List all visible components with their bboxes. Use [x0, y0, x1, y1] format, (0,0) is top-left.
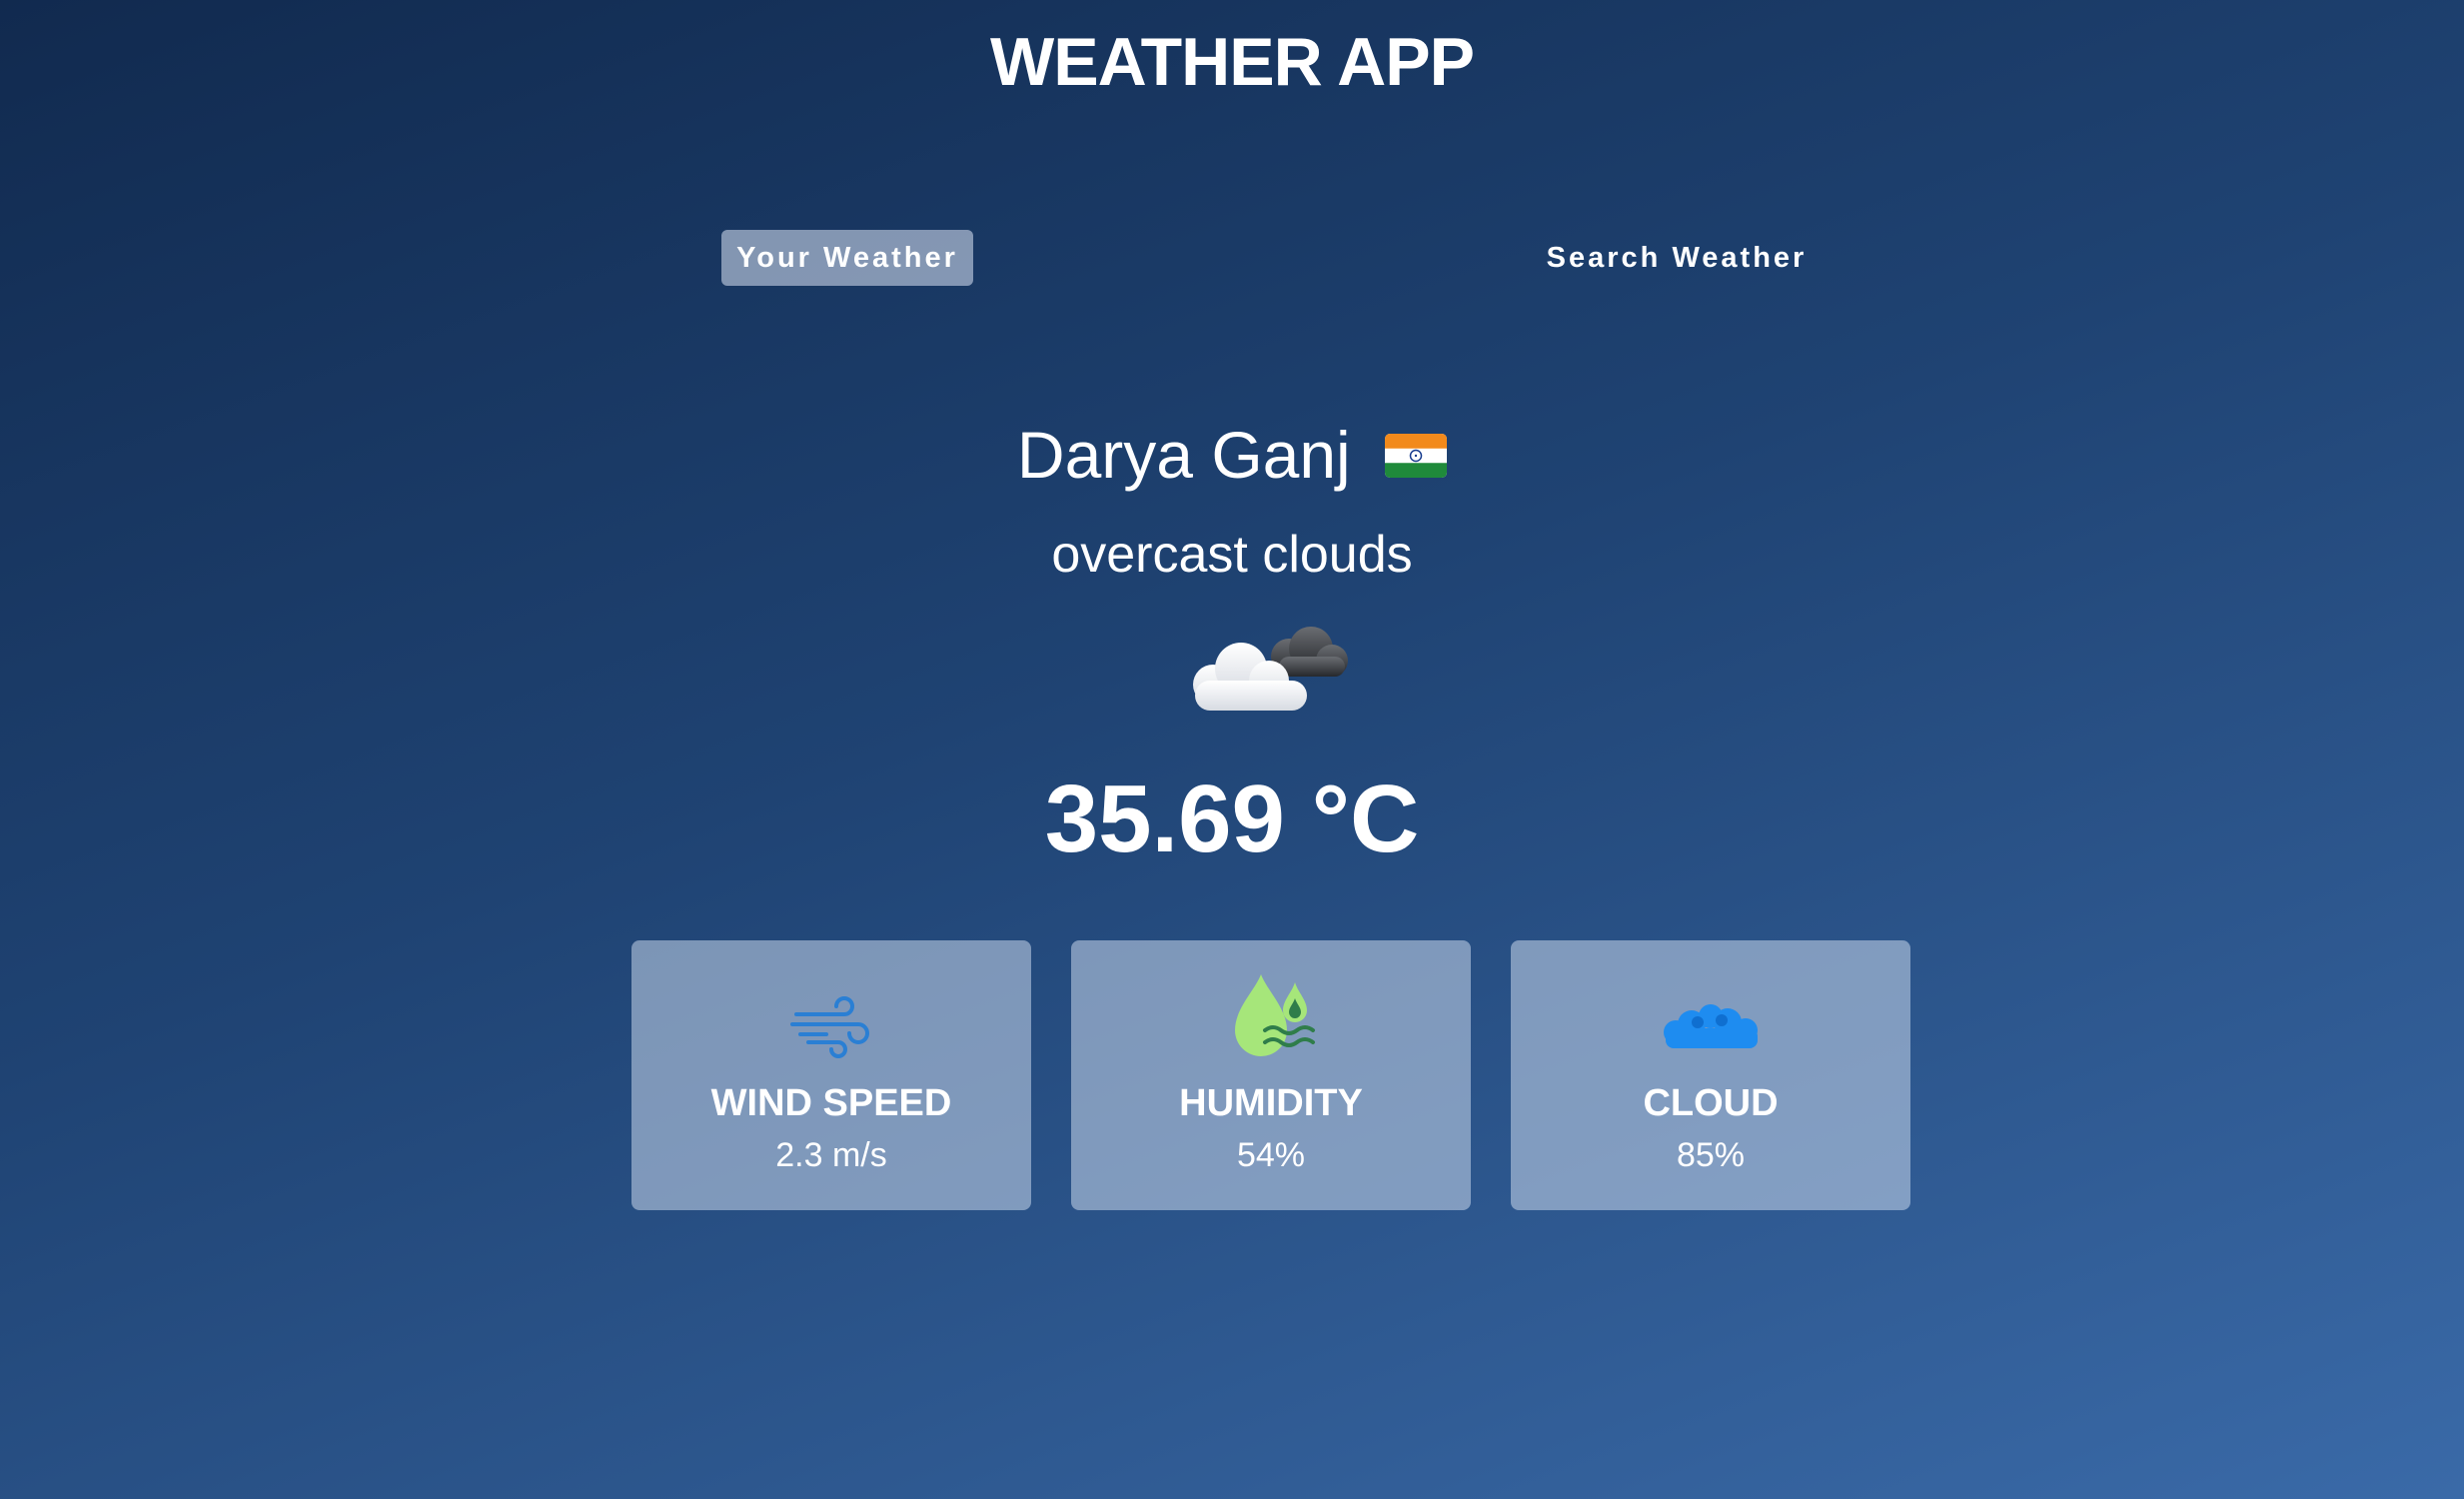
wind-icon: [631, 970, 1031, 1080]
wind-speed-card: WIND SPEED 2.3 m/s: [631, 940, 1031, 1210]
app-title: WEATHER APP: [990, 24, 1475, 100]
wind-speed-label: WIND SPEED: [710, 1082, 952, 1124]
humidity-label: HUMIDITY: [1179, 1082, 1363, 1124]
location-heading: Darya Ganj: [0, 410, 2464, 506]
wind-speed-value: 2.3 m/s: [775, 1136, 887, 1174]
city-name: Darya Ganj: [1016, 418, 1351, 492]
humidity-card: HUMIDITY 54%: [1071, 940, 1471, 1210]
temperature-value: 35.69 °C: [1044, 765, 1420, 872]
cloud-value: 85%: [1676, 1136, 1746, 1174]
cloud-icon: [1511, 970, 1910, 1080]
tab-your-weather[interactable]: Your Weather: [721, 230, 973, 286]
tab-search-weather[interactable]: Search Weather: [1519, 230, 1835, 286]
humidity-value: 54%: [1236, 1136, 1306, 1174]
cloud-card: CLOUD 85%: [1511, 940, 1910, 1210]
overcast-clouds-icon: [1187, 615, 1357, 725]
cloud-label: CLOUD: [1643, 1082, 1779, 1124]
india-flag-icon: [1385, 410, 1448, 500]
humidity-drops-icon: [1071, 970, 1471, 1080]
weather-description: overcast clouds: [1051, 526, 1413, 584]
